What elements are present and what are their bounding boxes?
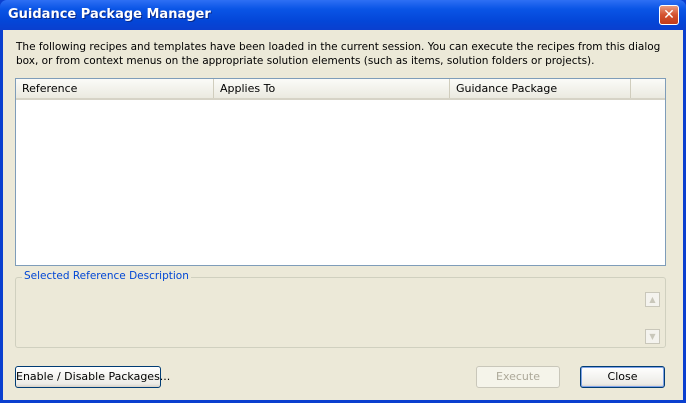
- close-icon: ✕: [663, 7, 675, 23]
- enable-disable-packages-button[interactable]: Enable / Disable Packages...: [15, 366, 170, 388]
- description-scrollbar[interactable]: ▲ ▼: [645, 292, 660, 344]
- execute-button[interactable]: Execute: [476, 366, 560, 388]
- dialog-body: The following recipes and templates have…: [3, 30, 683, 400]
- scroll-down-arrow-icon[interactable]: ▼: [645, 329, 660, 344]
- group-label: Selected Reference Description: [22, 270, 191, 282]
- column-header-guidance-package[interactable]: Guidance Package: [450, 79, 631, 98]
- list-header: Reference Applies To Guidance Package: [16, 79, 665, 100]
- title-bar[interactable]: Guidance Package Manager ✕: [0, 0, 686, 30]
- scroll-up-arrow-icon[interactable]: ▲: [645, 292, 660, 307]
- column-header-applies-to[interactable]: Applies To: [214, 79, 450, 98]
- selected-reference-description-group: Selected Reference Description ▲ ▼: [15, 270, 666, 348]
- dialog-window: Guidance Package Manager ✕ The following…: [0, 0, 686, 403]
- close-button[interactable]: Close: [580, 366, 665, 388]
- window-title: Guidance Package Manager: [8, 7, 211, 22]
- recipes-list[interactable]: Reference Applies To Guidance Package: [15, 78, 666, 266]
- intro-text: The following recipes and templates have…: [16, 41, 661, 67]
- close-window-button[interactable]: ✕: [659, 5, 679, 25]
- column-header-reference[interactable]: Reference: [16, 79, 214, 98]
